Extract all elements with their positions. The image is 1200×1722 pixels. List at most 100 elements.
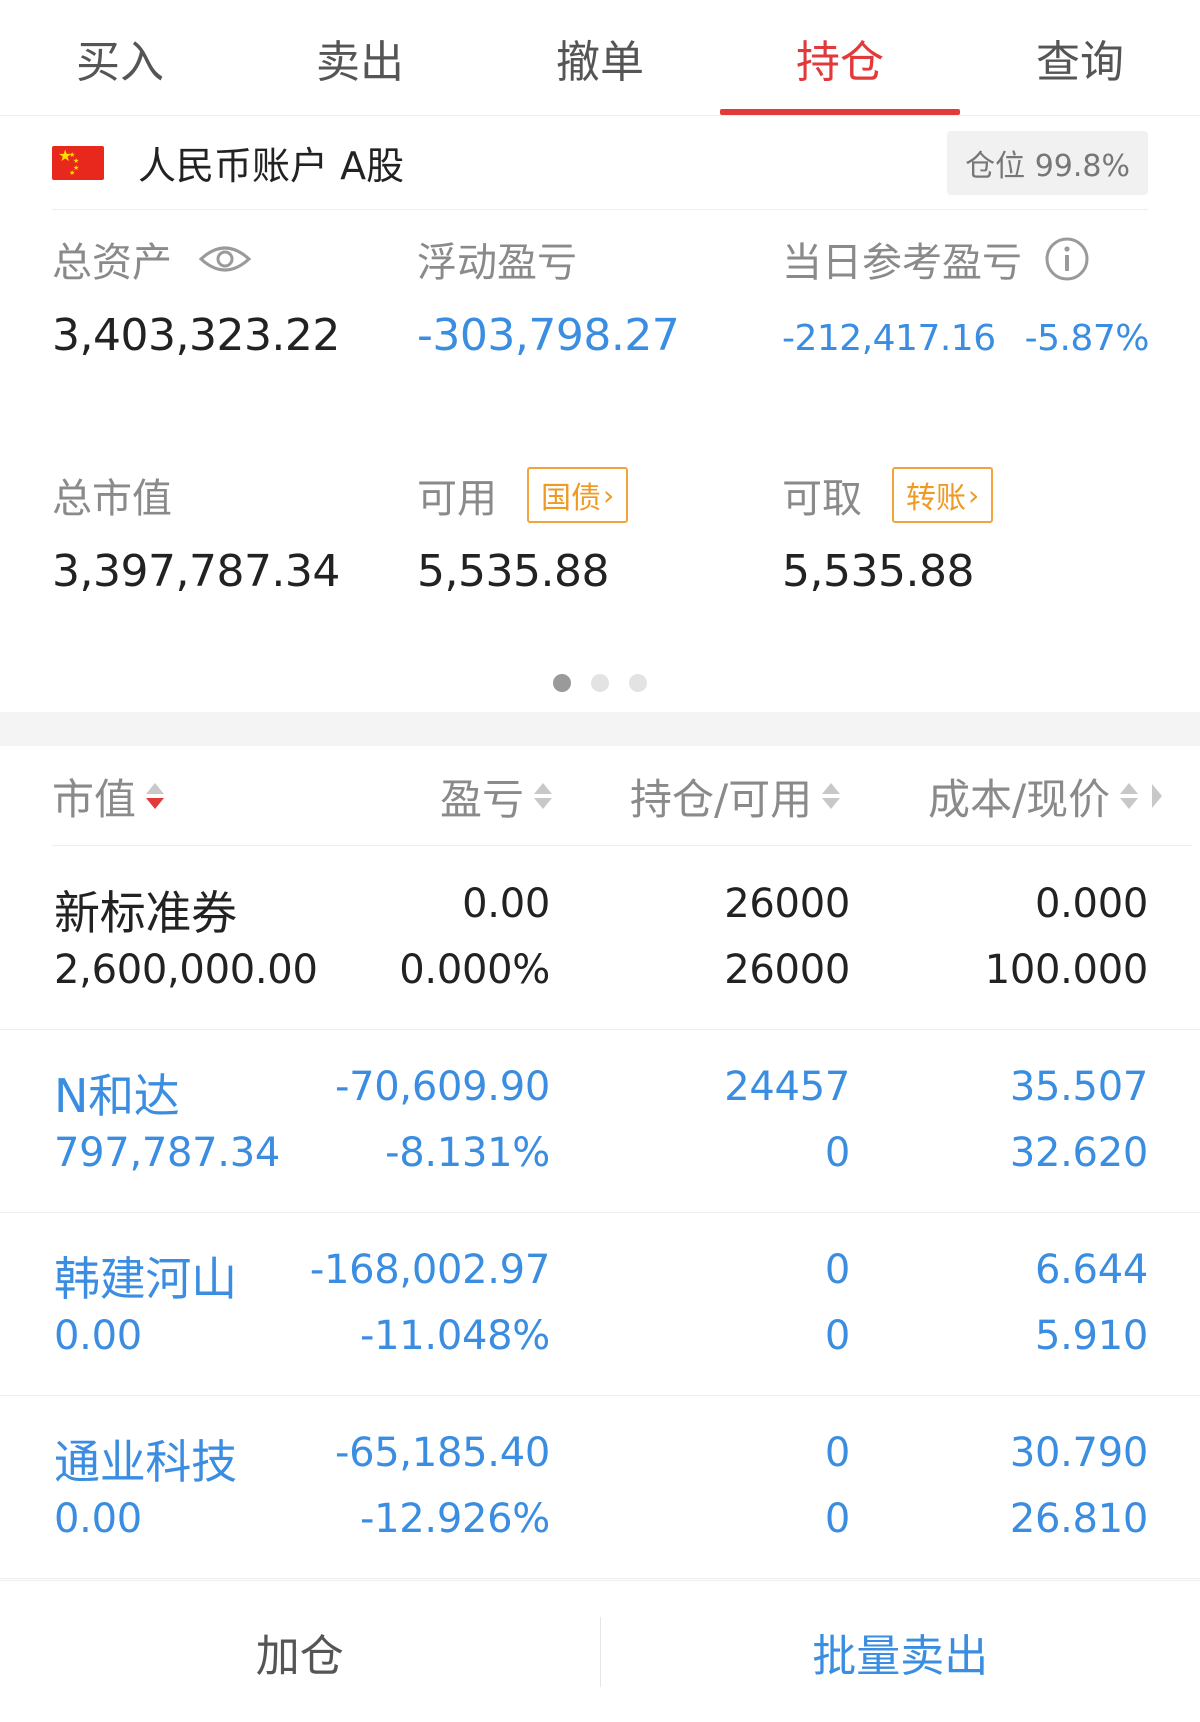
floating-pnl-label: 浮动盈亏 bbox=[417, 240, 577, 286]
scroll-right-icon[interactable] bbox=[1152, 784, 1163, 808]
info-icon[interactable] bbox=[1044, 236, 1090, 282]
stock-position: 0 bbox=[824, 1247, 850, 1293]
page-indicator bbox=[0, 674, 1200, 692]
header-pnl[interactable]: 盈亏 bbox=[440, 746, 553, 846]
daily-pnl-value: -212,417.16 bbox=[782, 318, 996, 359]
daily-pnl-pct: -5.87% bbox=[1024, 318, 1150, 359]
withdrawable-funds: 可取 转账 › 5,535.88 bbox=[782, 466, 994, 597]
stock-price: 5.910 bbox=[1034, 1313, 1148, 1359]
tab-label: 撤单 bbox=[556, 36, 644, 88]
position-ratio-badge: 仓位 99.8% bbox=[947, 130, 1148, 195]
chevron-right-icon: › bbox=[603, 478, 615, 512]
stock-cost: 6.644 bbox=[1034, 1247, 1148, 1293]
stock-market-value: 0.00 bbox=[54, 1496, 142, 1542]
header-label: 持仓/可用 bbox=[630, 774, 813, 824]
stock-name: 新标准券 bbox=[54, 886, 237, 940]
withdrawable-label: 可取 bbox=[782, 476, 862, 522]
page-dot bbox=[629, 674, 647, 692]
total-assets: 总资产 3,403,323.22 bbox=[52, 230, 340, 361]
account-row[interactable]: ★ ★ ★ ★ ★ 人民币账户 A股 仓位 99.8% bbox=[52, 116, 1148, 210]
tab-label: 买入 bbox=[76, 36, 164, 88]
market-value-value: 3,397,787.34 bbox=[52, 546, 340, 597]
stock-position: 0 bbox=[824, 1430, 850, 1476]
page-dot-active bbox=[553, 674, 571, 692]
header-cost-price[interactable]: 成本/现价 bbox=[928, 746, 1163, 846]
stock-pnl: -65,185.40 bbox=[334, 1430, 550, 1476]
tab-label: 查询 bbox=[1036, 36, 1124, 88]
tab-buy[interactable]: 买入 bbox=[0, 0, 240, 115]
stock-available: 0 bbox=[824, 1496, 850, 1542]
account-name: 人民币账户 A股 bbox=[138, 144, 405, 188]
table-row[interactable]: 新标准券 2,600,000.00 0.00 0.000% 26000 2600… bbox=[0, 847, 1200, 1030]
stock-pnl-pct: 0.000% bbox=[399, 947, 550, 993]
sort-icon bbox=[146, 783, 165, 809]
header-label: 市值 bbox=[52, 774, 137, 824]
stock-name: 通业科技 bbox=[54, 1435, 237, 1489]
china-flag-icon: ★ ★ ★ ★ ★ bbox=[52, 145, 104, 180]
chevron-right-icon: › bbox=[968, 478, 980, 512]
transfer-button[interactable]: 转账 › bbox=[892, 467, 994, 523]
header-market-value[interactable]: 市值 bbox=[52, 746, 165, 846]
table-row[interactable]: 通业科技 0.00 -65,185.40 -12.926% 0 0 30.790… bbox=[0, 1396, 1200, 1579]
add-position-button[interactable]: 加仓 bbox=[0, 1620, 600, 1684]
tab-holdings[interactable]: 持仓 bbox=[720, 0, 960, 115]
floating-pnl: 浮动盈亏 -303,798.27 bbox=[417, 230, 680, 361]
stock-name: 韩建河山 bbox=[54, 1252, 237, 1306]
eye-icon[interactable] bbox=[198, 241, 252, 277]
stock-name: N和达 bbox=[54, 1069, 180, 1123]
tab-label: 卖出 bbox=[316, 36, 404, 88]
available-label: 可用 bbox=[417, 476, 497, 522]
header-label: 成本/现价 bbox=[928, 774, 1111, 824]
table-row[interactable]: 韩建河山 0.00 -168,002.97 -11.048% 0 0 6.644… bbox=[0, 1213, 1200, 1396]
market-value-label: 总市值 bbox=[52, 476, 172, 522]
stock-position: 24457 bbox=[724, 1064, 850, 1110]
stock-position: 26000 bbox=[724, 881, 850, 927]
available-value: 5,535.88 bbox=[417, 546, 609, 597]
sort-icon bbox=[1120, 783, 1139, 809]
treasury-bond-button[interactable]: 国债 › bbox=[527, 467, 629, 523]
floating-pnl-value: -303,798.27 bbox=[417, 310, 680, 361]
batch-sell-button[interactable]: 批量卖出 bbox=[601, 1620, 1200, 1684]
stock-price: 32.620 bbox=[1009, 1130, 1148, 1176]
total-assets-value: 3,403,323.22 bbox=[52, 310, 340, 361]
stock-available: 26000 bbox=[724, 947, 850, 993]
stock-pnl: -168,002.97 bbox=[309, 1247, 550, 1293]
stock-cost: 30.790 bbox=[1009, 1430, 1148, 1476]
stock-market-value: 2,600,000.00 bbox=[54, 947, 318, 993]
available-funds: 可用 国债 › 5,535.88 bbox=[417, 466, 629, 597]
stock-cost: 0.000 bbox=[1034, 881, 1148, 927]
stock-market-value: 797,787.34 bbox=[54, 1130, 281, 1176]
tab-sell[interactable]: 卖出 bbox=[240, 0, 480, 115]
header-position-available[interactable]: 持仓/可用 bbox=[630, 746, 841, 846]
stock-pnl-pct: -11.048% bbox=[359, 1313, 550, 1359]
total-market-value: 总市值 3,397,787.34 bbox=[52, 466, 340, 597]
stock-pnl: 0.00 bbox=[462, 881, 550, 927]
holdings-table-header: 市值 盈亏 持仓/可用 成本/现价 bbox=[52, 746, 1192, 846]
stock-market-value: 0.00 bbox=[54, 1313, 142, 1359]
sort-icon bbox=[534, 783, 553, 809]
tab-cancel-order[interactable]: 撤单 bbox=[480, 0, 720, 115]
daily-pnl-label: 当日参考盈亏 bbox=[782, 240, 1022, 286]
stock-price: 100.000 bbox=[984, 947, 1149, 993]
daily-reference-pnl: 当日参考盈亏 -212,417.16 -5.87% bbox=[782, 230, 1149, 359]
stock-pnl-pct: -8.131% bbox=[385, 1130, 550, 1176]
page-dot bbox=[591, 674, 609, 692]
stock-available: 0 bbox=[824, 1313, 850, 1359]
bottom-action-bar: 加仓 批量卖出 bbox=[0, 1580, 1200, 1722]
stock-pnl: -70,609.90 bbox=[334, 1064, 550, 1110]
tab-query[interactable]: 查询 bbox=[960, 0, 1200, 115]
sort-icon bbox=[822, 783, 841, 809]
section-divider bbox=[0, 712, 1200, 746]
header-label: 盈亏 bbox=[440, 774, 525, 824]
daily-pnl-values: -212,417.16 -5.87% bbox=[782, 318, 1149, 359]
total-assets-label: 总资产 bbox=[52, 240, 172, 286]
table-row[interactable]: N和达 797,787.34 -70,609.90 -8.131% 24457 … bbox=[0, 1030, 1200, 1213]
stock-cost: 35.507 bbox=[1009, 1064, 1148, 1110]
stock-pnl-pct: -12.926% bbox=[359, 1496, 550, 1542]
top-tab-bar: 买入 卖出 撤单 持仓 查询 bbox=[0, 0, 1200, 116]
treasury-bond-label: 国债 bbox=[541, 481, 601, 516]
withdrawable-value: 5,535.88 bbox=[782, 546, 974, 597]
stock-available: 0 bbox=[824, 1130, 850, 1176]
stock-price: 26.810 bbox=[1009, 1496, 1148, 1542]
transfer-label: 转账 bbox=[906, 481, 966, 516]
